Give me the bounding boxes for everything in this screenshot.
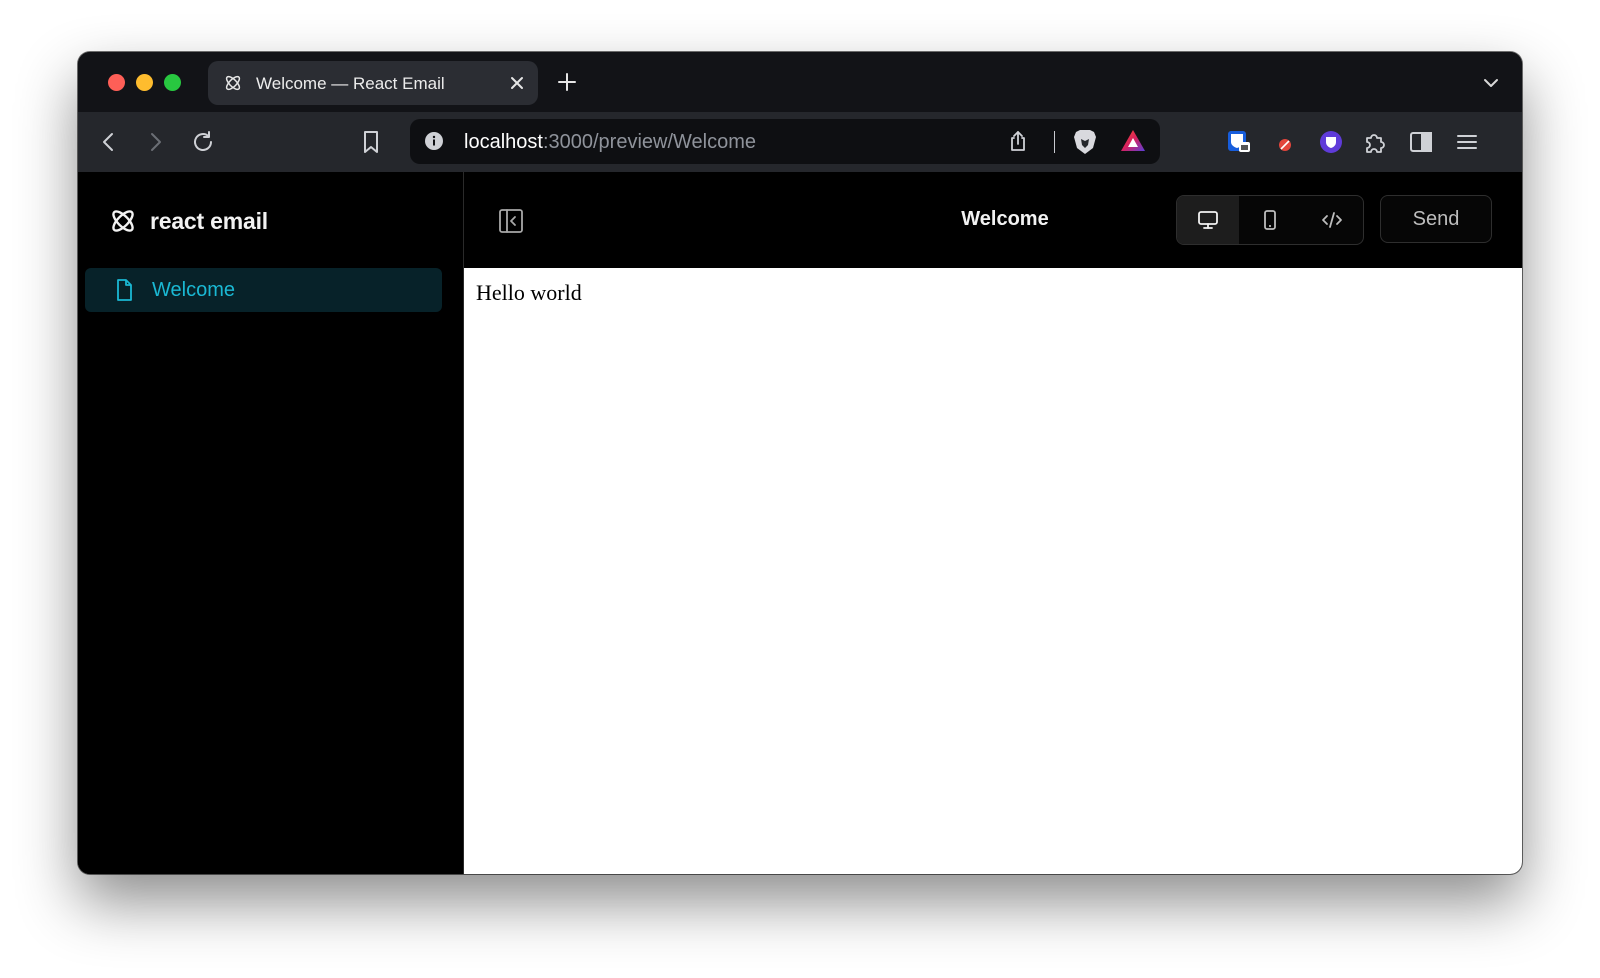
info-icon[interactable] — [424, 131, 444, 151]
phone-icon — [1264, 210, 1276, 230]
ublock-icon[interactable] — [1272, 129, 1298, 155]
mobile-view-button[interactable] — [1239, 196, 1301, 244]
close-window-button[interactable] — [108, 74, 125, 91]
monitor-icon — [1198, 211, 1218, 229]
url-text[interactable]: localhost:3000/preview/Welcome — [464, 131, 756, 154]
view-mode-toggle — [1176, 195, 1364, 245]
share-icon[interactable] — [1006, 129, 1030, 153]
sidebar-icon[interactable] — [1408, 129, 1434, 155]
puzzle-icon[interactable] — [1362, 129, 1388, 155]
code-view-button[interactable] — [1301, 196, 1363, 244]
brand: react email — [108, 205, 268, 237]
tab-strip: Welcome — React Email — [78, 52, 1522, 112]
address-bar[interactable]: localhost:3000/preview/Welcome — [410, 119, 1160, 164]
hamburger-icon[interactable] — [1454, 129, 1480, 155]
rewards-triangle-icon[interactable] — [1120, 129, 1146, 153]
browser-window: Welcome — React Email localhost:3000/pre… — [78, 52, 1522, 874]
bookmark-icon[interactable] — [358, 129, 384, 155]
sidebar: react email Welcome — [78, 172, 464, 874]
main-panel: Welcome Send Hello world — [464, 172, 1522, 874]
close-tab-icon[interactable] — [508, 74, 526, 92]
react-email-app: react email Welcome Welcome Send Hello w… — [78, 172, 1522, 874]
chevron-right-icon[interactable] — [142, 129, 168, 155]
react-email-logo-icon — [112, 210, 134, 232]
brand-name: react email — [150, 207, 268, 234]
preview-header: Welcome Send — [464, 172, 1522, 268]
vpn-shield-icon[interactable] — [1318, 129, 1344, 155]
sidebar-item-welcome[interactable]: Welcome — [85, 268, 442, 312]
bitwarden-icon[interactable] — [1226, 129, 1252, 155]
sidebar-item-label: Welcome — [152, 279, 235, 301]
brave-lion-icon[interactable] — [1072, 128, 1098, 156]
browser-tab[interactable]: Welcome — React Email — [208, 61, 538, 105]
react-email-logo-icon — [225, 75, 241, 91]
email-preview: Hello world — [464, 268, 1522, 874]
tab-title: Welcome — React Email — [256, 74, 445, 93]
desktop-view-button[interactable] — [1177, 196, 1239, 244]
code-icon — [1322, 212, 1342, 228]
document-icon — [117, 279, 132, 301]
send-button[interactable]: Send — [1380, 195, 1492, 243]
minimize-window-button[interactable] — [136, 74, 153, 91]
chevron-left-icon[interactable] — [96, 129, 122, 155]
divider — [1054, 131, 1055, 153]
chevron-down-icon[interactable] — [1482, 74, 1500, 92]
new-tab-icon[interactable] — [556, 71, 578, 93]
browser-toolbar: localhost:3000/preview/Welcome — [78, 112, 1522, 172]
email-body-text: Hello world — [476, 280, 582, 305]
zoom-window-button[interactable] — [164, 74, 181, 91]
reload-icon[interactable] — [190, 129, 216, 155]
